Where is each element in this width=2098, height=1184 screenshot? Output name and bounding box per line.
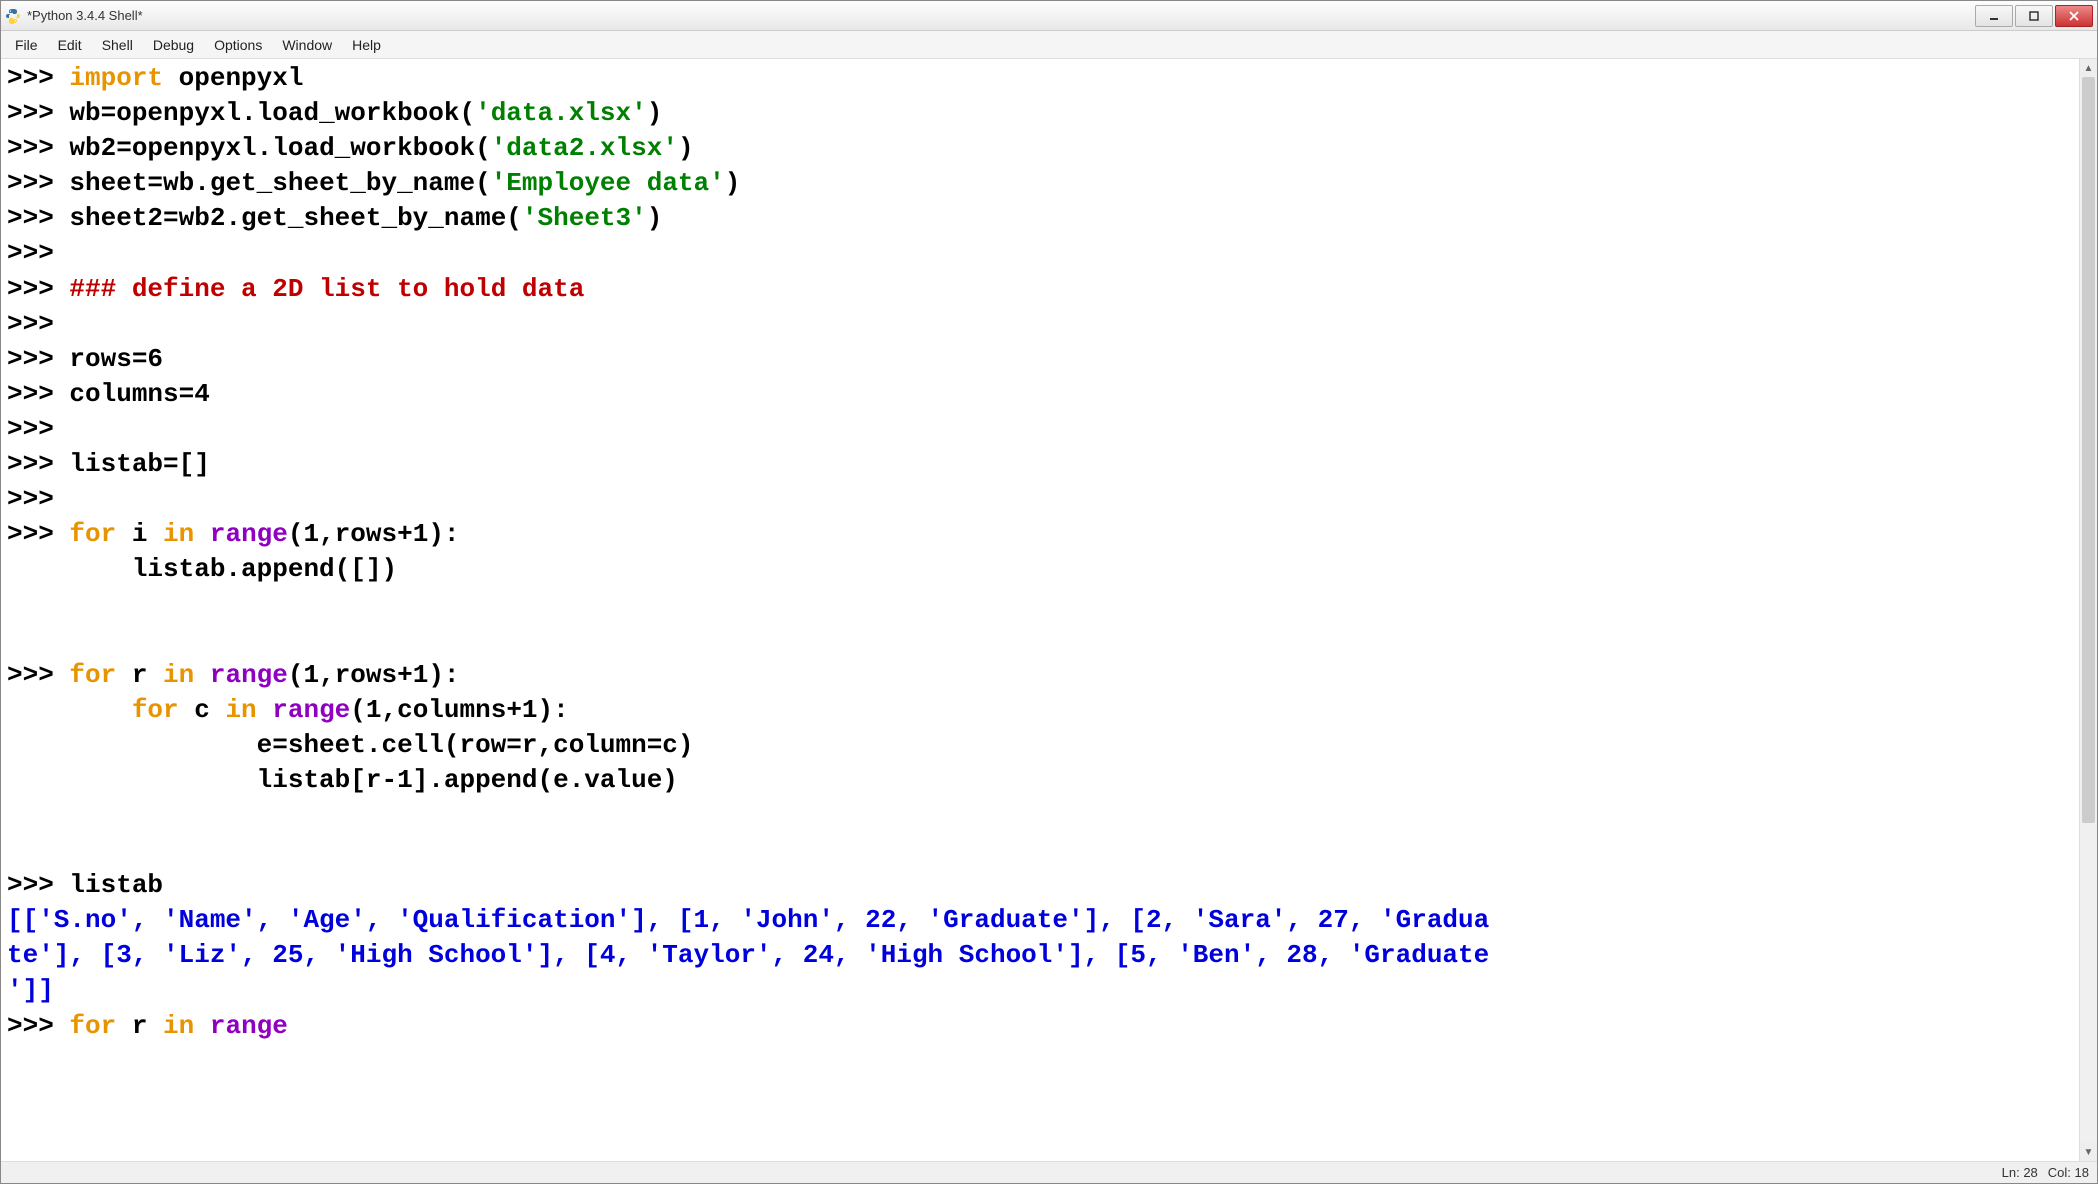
code-text: listab=[] (69, 449, 209, 479)
code-text (7, 695, 132, 725)
keyword-import: import (69, 63, 163, 93)
menu-window[interactable]: Window (272, 34, 342, 56)
menu-file[interactable]: File (5, 34, 48, 56)
menu-edit[interactable]: Edit (48, 34, 92, 56)
keyword-for: for (69, 1011, 116, 1041)
comment: ### define a 2D list to hold data (69, 274, 584, 304)
code-text: rows=6 (69, 344, 163, 374)
code-text: ) (647, 98, 663, 128)
prompt: >>> (7, 168, 69, 198)
minimize-button[interactable] (1975, 5, 2013, 27)
output-line: te'], [3, 'Liz', 25, 'High School'], [4,… (7, 940, 1489, 970)
menu-options[interactable]: Options (204, 34, 272, 56)
statusbar: Ln: 28 Col: 18 (1, 1161, 2097, 1183)
prompt: >>> (7, 519, 69, 549)
titlebar[interactable]: *Python 3.4.4 Shell* (1, 1, 2097, 31)
code-text: listab[r-1].append(e.value) (7, 765, 678, 795)
prompt: >>> (7, 63, 69, 93)
builtin-range: range (194, 519, 288, 549)
prompt: >>> (7, 449, 69, 479)
code-text: i (116, 519, 163, 549)
close-button[interactable] (2055, 5, 2093, 27)
code-text: openpyxl (163, 63, 303, 93)
code-text: (1,columns+1): (350, 695, 568, 725)
scroll-up-arrow-icon[interactable]: ▲ (2080, 59, 2097, 77)
output-line: ']] (7, 975, 54, 1005)
python-icon (5, 8, 21, 24)
string-literal: 'Employee data' (491, 168, 725, 198)
prompt: >>> (7, 203, 69, 233)
shell-text[interactable]: >>> import openpyxl >>> wb=openpyxl.load… (1, 59, 2079, 1161)
code-text: listab (69, 870, 163, 900)
prompt: >>> (7, 133, 69, 163)
prompt: >>> (7, 414, 69, 444)
window-controls (1975, 5, 2093, 27)
maximize-button[interactable] (2015, 5, 2053, 27)
code-text: (1,rows+1): (288, 519, 460, 549)
code-text: wb2=openpyxl.load_workbook( (69, 133, 490, 163)
keyword-for: for (132, 695, 179, 725)
code-text: ) (678, 133, 694, 163)
prompt: >>> (7, 98, 69, 128)
menu-help[interactable]: Help (342, 34, 391, 56)
keyword-in: in (163, 519, 194, 549)
window-title: *Python 3.4.4 Shell* (27, 8, 1975, 23)
prompt: >>> (7, 344, 69, 374)
scroll-down-arrow-icon[interactable]: ▼ (2080, 1143, 2097, 1161)
code-text: columns=4 (69, 379, 209, 409)
prompt: >>> (7, 660, 69, 690)
keyword-for: for (69, 519, 116, 549)
code-text: r (116, 1011, 163, 1041)
keyword-in: in (163, 660, 194, 690)
code-text: ) (725, 168, 741, 198)
code-text: r (116, 660, 163, 690)
string-literal: 'data2.xlsx' (491, 133, 678, 163)
prompt: >>> (7, 274, 69, 304)
code-text: (1,rows+1): (288, 660, 460, 690)
scroll-thumb[interactable] (2082, 77, 2095, 823)
code-text: e=sheet.cell(row=r,column=c) (7, 730, 694, 760)
keyword-in: in (163, 1011, 194, 1041)
builtin-range: range (194, 1011, 288, 1041)
app-window: *Python 3.4.4 Shell* File Edit Shell Deb… (0, 0, 2098, 1184)
scroll-track[interactable] (2080, 77, 2097, 1143)
output-line: [['S.no', 'Name', 'Age', 'Qualification'… (7, 905, 1489, 935)
code-text: listab.append([]) (7, 554, 397, 584)
editor-area: >>> import openpyxl >>> wb=openpyxl.load… (1, 59, 2097, 1161)
string-literal: 'Sheet3' (522, 203, 647, 233)
prompt: >>> (7, 870, 69, 900)
keyword-in: in (225, 695, 256, 725)
menubar: File Edit Shell Debug Options Window Hel… (1, 31, 2097, 59)
code-text: sheet2=wb2.get_sheet_by_name( (69, 203, 521, 233)
prompt: >>> (7, 309, 69, 339)
keyword-for: for (69, 660, 116, 690)
prompt: >>> (7, 238, 69, 268)
menu-debug[interactable]: Debug (143, 34, 204, 56)
vertical-scrollbar[interactable]: ▲ ▼ (2079, 59, 2097, 1161)
status-line: Ln: 28 (2002, 1165, 2038, 1180)
status-col: Col: 18 (2048, 1165, 2089, 1180)
code-text: c (179, 695, 226, 725)
builtin-range: range (257, 695, 351, 725)
prompt: >>> (7, 484, 69, 514)
code-text: wb=openpyxl.load_workbook( (69, 98, 475, 128)
code-text: ) (647, 203, 663, 233)
builtin-range: range (194, 660, 288, 690)
code-text: sheet=wb.get_sheet_by_name( (69, 168, 490, 198)
string-literal: 'data.xlsx' (475, 98, 647, 128)
prompt: >>> (7, 1011, 69, 1041)
menu-shell[interactable]: Shell (92, 34, 143, 56)
prompt: >>> (7, 379, 69, 409)
